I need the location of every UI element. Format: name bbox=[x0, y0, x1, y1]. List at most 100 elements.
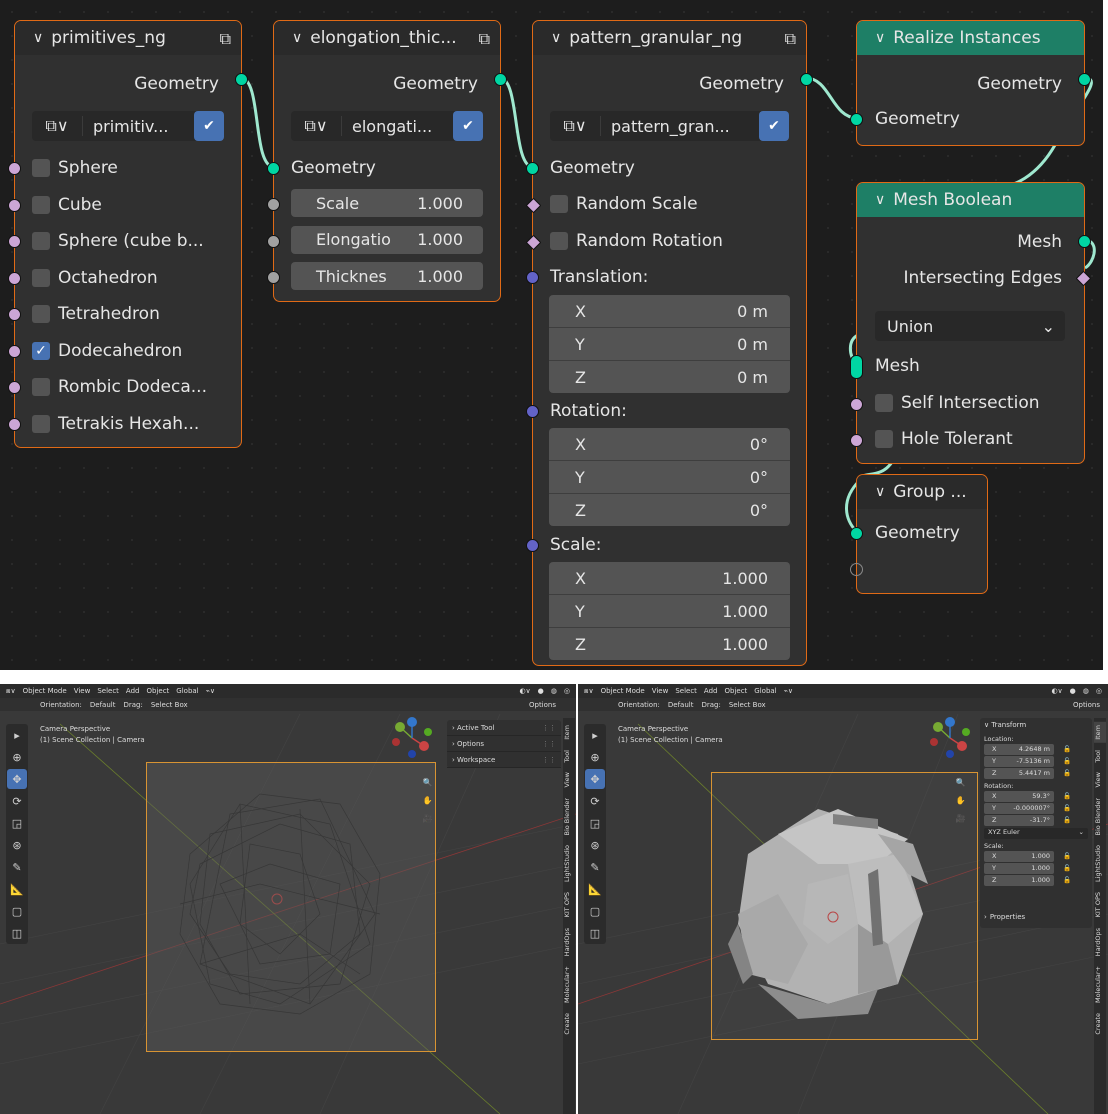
navigation-gizmo[interactable] bbox=[388, 714, 438, 764]
transform-header[interactable]: ∨ Transform bbox=[984, 721, 1088, 732]
value-socket[interactable] bbox=[267, 271, 280, 284]
orientation-dropdown[interactable]: Default bbox=[90, 701, 116, 709]
menu-add[interactable]: Add bbox=[704, 687, 718, 695]
rotate-tool-icon[interactable]: ⟳ bbox=[585, 791, 605, 811]
scale-y-field[interactable]: Y 1.000 bbox=[984, 862, 1054, 874]
realize-node-header[interactable]: ∨ Realize Instances bbox=[857, 21, 1084, 55]
lock-icon[interactable]: 🔓 bbox=[1060, 745, 1074, 753]
value-field[interactable]: Elongatio 1.000 bbox=[291, 225, 483, 254]
annotate-tool-icon[interactable]: ✎ bbox=[7, 857, 27, 877]
pan-hand-icon[interactable]: ✋ bbox=[954, 794, 967, 807]
sidebar-tab-hardops[interactable]: HardOps bbox=[563, 925, 575, 959]
hole-tolerant-row[interactable]: Hole Tolerant bbox=[857, 424, 1084, 454]
option-row[interactable]: Tetrahedron bbox=[15, 299, 241, 329]
add-cube-tool-icon[interactable]: ▢ bbox=[7, 901, 27, 921]
location-y-field[interactable]: Y -7.5136 m bbox=[984, 755, 1054, 767]
scale-x-field[interactable]: X 1.000 bbox=[549, 562, 790, 595]
scale-vector[interactable]: X 1.000 Y 1.000 Z 1.000 bbox=[549, 562, 790, 660]
cursor-tool-icon[interactable]: ⊕ bbox=[7, 747, 27, 767]
popover-options[interactable]: › Options ⋮⋮ bbox=[447, 736, 561, 752]
drag-handle-icon[interactable]: ⋮⋮ bbox=[542, 724, 556, 732]
empty-input-socket[interactable] bbox=[850, 563, 863, 576]
value-socket[interactable] bbox=[267, 234, 280, 248]
option-row[interactable]: Cube bbox=[15, 190, 241, 220]
random-scale-checkbox[interactable] bbox=[550, 195, 568, 213]
sidebar-tab-kit-ops[interactable]: KIT OPS bbox=[563, 889, 575, 920]
geometry-output-socket[interactable] bbox=[800, 73, 813, 86]
zoom-icon[interactable]: 🔍 bbox=[421, 776, 434, 789]
options-dropdown[interactable]: Options bbox=[529, 701, 556, 709]
scale-y-field[interactable]: Y 1.000 bbox=[549, 595, 790, 628]
lock-icon[interactable]: 🔓 bbox=[1060, 792, 1074, 800]
sidebar-tab-lightstudio[interactable]: LightStudio bbox=[1094, 842, 1106, 885]
fake-user-shield-icon[interactable]: ✔ bbox=[194, 111, 224, 141]
transform-space-dropdown[interactable]: Global bbox=[754, 687, 776, 695]
rotation-y-row[interactable]: Y -0.000007° 🔓 bbox=[984, 802, 1088, 814]
option-checkbox[interactable] bbox=[32, 232, 50, 250]
drag-dropdown[interactable]: Select Box bbox=[151, 701, 188, 709]
sidebar-tab-tool[interactable]: Tool bbox=[563, 747, 575, 766]
scale-y-row[interactable]: Y 1.000 🔓 bbox=[984, 862, 1088, 874]
add-cube-tool-icon[interactable]: ▢ bbox=[585, 901, 605, 921]
measure-tool-icon[interactable]: 📐 bbox=[585, 879, 605, 899]
rotation-vector[interactable]: X 0° Y 0° Z 0° bbox=[549, 428, 790, 526]
translation-y-field[interactable]: Y 0 m bbox=[549, 328, 790, 361]
geometry-output-socket[interactable] bbox=[235, 73, 248, 86]
option-checkbox[interactable] bbox=[32, 414, 50, 433]
transform-tool-icon[interactable]: ⊛ bbox=[585, 835, 605, 855]
transform-tool-icon[interactable]: ⊛ bbox=[7, 835, 27, 855]
option-row[interactable]: ✓ Dodecahedron bbox=[15, 336, 241, 366]
snap-icon[interactable]: ⌁∨ bbox=[206, 687, 215, 695]
rotation-z-field[interactable]: Z 0° bbox=[549, 494, 790, 526]
select-tool-icon[interactable]: ▸ bbox=[7, 725, 27, 745]
menu-select[interactable]: Select bbox=[675, 687, 697, 695]
geometry-output-socket[interactable] bbox=[494, 73, 507, 86]
scale-z-row[interactable]: Z 1.000 🔓 bbox=[984, 874, 1088, 886]
extra-tool-icon[interactable]: ◫ bbox=[7, 923, 27, 943]
scale-z-field[interactable]: Z 1.000 bbox=[549, 628, 790, 660]
self-intersection-row[interactable]: Self Intersection bbox=[857, 388, 1084, 418]
option-checkbox[interactable] bbox=[32, 195, 50, 214]
sidebar-tab-molecular-[interactable]: Molecular+ bbox=[1094, 963, 1106, 1006]
shading-rendered-icon[interactable]: ◎ bbox=[564, 687, 570, 695]
options-dropdown[interactable]: Options bbox=[1073, 701, 1100, 709]
translation-vector[interactable]: X 0 m Y 0 m Z 0 m bbox=[549, 295, 790, 393]
collapse-chevron-icon[interactable]: ∨ bbox=[875, 192, 885, 208]
option-checkbox[interactable] bbox=[32, 305, 50, 323]
move-tool-icon[interactable]: ✥ bbox=[585, 769, 605, 789]
scale-x-field[interactable]: X 1.000 bbox=[984, 850, 1054, 862]
rotate-tool-icon[interactable]: ⟳ bbox=[7, 791, 27, 811]
sidebar-tab-bio-blender[interactable]: Bio Blender bbox=[563, 795, 575, 839]
rotation-x-field[interactable]: X 59.3° bbox=[984, 790, 1054, 802]
camera-view-icon[interactable]: 🎥 bbox=[954, 812, 967, 825]
option-checkbox[interactable] bbox=[32, 268, 50, 287]
lock-icon[interactable]: 🔓 bbox=[1060, 804, 1074, 812]
shading-rendered-icon[interactable]: ◎ bbox=[1096, 687, 1102, 695]
option-row[interactable]: Octahedron bbox=[15, 263, 241, 293]
value-socket[interactable] bbox=[267, 198, 280, 211]
random-rotation-checkbox[interactable] bbox=[550, 232, 568, 250]
mesh-boolean-node[interactable]: ∨ Mesh Boolean Mesh Intersecting Edges U… bbox=[850, 182, 1092, 464]
boolean-node-header[interactable]: ∨ Mesh Boolean bbox=[857, 183, 1084, 217]
transform-space-dropdown[interactable]: Global bbox=[176, 687, 198, 695]
random-rotation-row[interactable]: Random Rotation bbox=[533, 226, 806, 256]
popover-active-tool[interactable]: › Active Tool ⋮⋮ bbox=[447, 720, 561, 736]
camera-view-icon[interactable]: 🎥 bbox=[421, 812, 434, 825]
fake-user-shield-icon[interactable]: ✔ bbox=[759, 111, 789, 141]
group-output-header[interactable]: ∨ Group ... bbox=[857, 475, 987, 509]
lock-icon[interactable]: 🔓 bbox=[1060, 876, 1074, 884]
sidebar-tab-hardops[interactable]: HardOps bbox=[1094, 925, 1106, 959]
sidebar-tab-create[interactable]: Create bbox=[563, 1010, 575, 1038]
collapse-chevron-icon[interactable]: ∨ bbox=[33, 30, 43, 46]
option-row[interactable]: Rombic Dodeca... bbox=[15, 372, 241, 402]
shading-material-icon[interactable]: ◍ bbox=[551, 687, 557, 695]
cursor-tool-icon[interactable]: ⊕ bbox=[585, 747, 605, 767]
collapse-chevron-icon[interactable]: ∨ bbox=[551, 30, 561, 46]
overlays-icon[interactable]: ◐∨ bbox=[519, 687, 530, 695]
translation-x-field[interactable]: X 0 m bbox=[549, 295, 790, 328]
lock-icon[interactable]: 🔓 bbox=[1060, 769, 1074, 777]
scale-tool-icon[interactable]: ◲ bbox=[585, 813, 605, 833]
value-field[interactable]: Scale 1.000 bbox=[291, 189, 483, 217]
sidebar-tab-tool[interactable]: Tool bbox=[1094, 747, 1106, 766]
option-checkbox[interactable]: ✓ bbox=[32, 341, 50, 360]
